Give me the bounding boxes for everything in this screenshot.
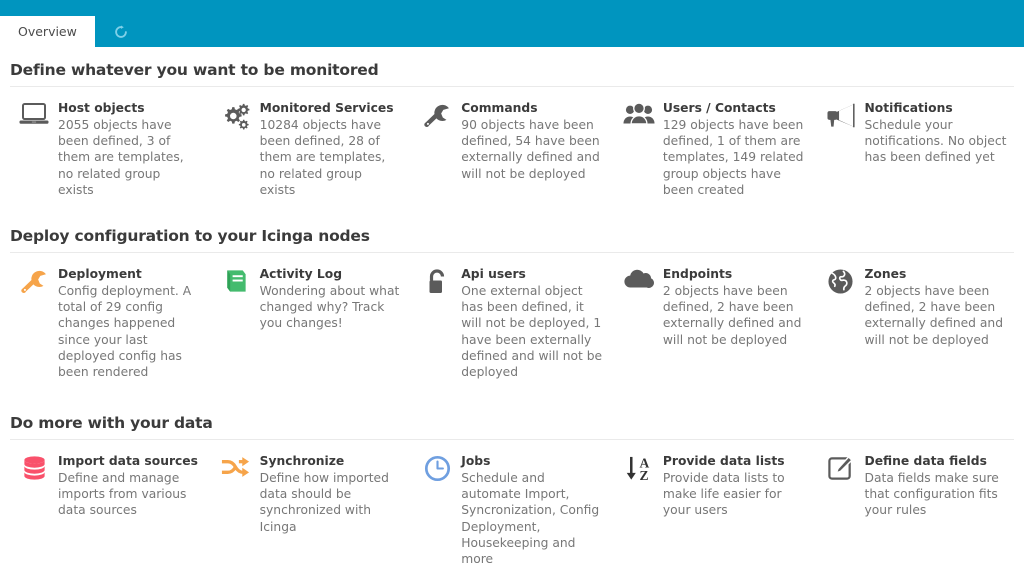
unlock-icon <box>413 266 461 306</box>
section-title-deploy: Deploy configuration to your Icinga node… <box>10 213 1014 253</box>
card-description: Define and manage imports from various d… <box>58 471 187 518</box>
card-description: 2 objects have been defined, 2 have been… <box>662 284 802 347</box>
cloud-icon <box>615 266 663 306</box>
card-description: 2 objects have been defined, 2 have been… <box>864 284 1004 347</box>
card-title: Import data sources <box>58 454 198 468</box>
card-define-data-fields[interactable]: Define data fields Data fields make sure… <box>817 453 1015 519</box>
tab-bar: Overview <box>0 0 1024 47</box>
card-host-objects[interactable]: Host objects 2055 objects have been defi… <box>10 100 212 198</box>
card-description: Schedule and automate Import, Syncroniza… <box>461 471 600 567</box>
card-body: Define data fields Data fields make sure… <box>865 453 1015 519</box>
tab-overview[interactable]: Overview <box>0 16 95 47</box>
section-deploy: Deploy configuration to your Icinga node… <box>10 213 1014 396</box>
section-title-data: Do more with your data <box>10 400 1014 440</box>
card-title: Endpoints <box>662 267 733 281</box>
card-body: Deployment Config deployment. A total of… <box>58 266 200 380</box>
section-data: Do more with your data Import data sourc… <box>10 400 1014 567</box>
card-title: Users / Contacts <box>662 101 776 115</box>
book-icon <box>212 266 260 306</box>
card-body: Api users One external object has been d… <box>461 266 603 380</box>
card-body: Zones 2 objects have been defined, 2 hav… <box>865 266 1015 348</box>
card-monitored-services[interactable]: Monitored Services 10284 objects have be… <box>212 100 414 198</box>
laptop-icon <box>10 100 58 140</box>
card-description: Config deployment. A total of 29 config … <box>58 284 192 380</box>
card-description: Wondering about what changed why? Track … <box>259 284 400 331</box>
overview-content: Define whatever you want to be monitored… <box>0 47 1024 567</box>
card-description: Define how imported data should be synch… <box>259 471 389 534</box>
card-notifications[interactable]: Notifications Schedule your notification… <box>817 100 1015 166</box>
card-body: Users / Contacts 129 objects have been d… <box>663 100 805 198</box>
card-body: Endpoints 2 objects have been defined, 2… <box>663 266 805 348</box>
card-body: Monitored Services 10284 objects have be… <box>260 100 402 198</box>
card-title: Synchronize <box>259 454 345 468</box>
sort-az-icon: A Z <box>615 453 663 493</box>
card-body: Notifications Schedule your notification… <box>865 100 1015 166</box>
card-body: Jobs Schedule and automate Import, Syncr… <box>461 453 603 567</box>
card-body: Commands 90 objects have been defined, 5… <box>461 100 603 182</box>
card-body: Import data sources Define and manage im… <box>58 453 200 519</box>
card-body: Provide data lists Provide data lists to… <box>663 453 805 519</box>
card-title: Host objects <box>58 101 145 115</box>
megaphone-icon <box>817 100 865 140</box>
globe-icon <box>817 266 865 306</box>
users-icon <box>615 100 663 140</box>
card-description: 2055 objects have been defined, 3 of the… <box>58 118 184 197</box>
card-endpoints[interactable]: Endpoints 2 objects have been defined, 2… <box>615 266 817 348</box>
card-description: One external object has been defined, it… <box>461 284 603 380</box>
edit-square-icon <box>817 453 865 493</box>
card-grid-data: Import data sources Define and manage im… <box>10 440 1014 567</box>
card-jobs[interactable]: Jobs Schedule and automate Import, Syncr… <box>413 453 615 567</box>
database-icon <box>10 453 58 493</box>
card-title: Define data fields <box>864 454 987 468</box>
card-description: Provide data lists to make life easier f… <box>662 471 785 518</box>
card-import-data-sources[interactable]: Import data sources Define and manage im… <box>10 453 212 519</box>
card-description: Data fields make sure that configuration… <box>864 471 999 518</box>
card-deployment[interactable]: Deployment Config deployment. A total of… <box>10 266 212 380</box>
card-description: 129 objects have been defined, 1 of them… <box>662 118 804 197</box>
card-description: 90 objects have been defined, 54 have be… <box>461 118 600 181</box>
card-title: Jobs <box>461 454 491 468</box>
card-grid-monitored: Host objects 2055 objects have been defi… <box>10 87 1014 208</box>
card-users-contacts[interactable]: Users / Contacts 129 objects have been d… <box>615 100 817 198</box>
gears-icon <box>212 100 260 140</box>
card-body: Host objects 2055 objects have been defi… <box>58 100 200 198</box>
card-body: Activity Log Wondering about what change… <box>260 266 402 332</box>
card-title: Monitored Services <box>259 101 394 115</box>
card-grid-deploy: Deployment Config deployment. A total of… <box>10 253 1014 396</box>
refresh-button[interactable] <box>95 16 147 47</box>
card-title: Provide data lists <box>662 454 785 468</box>
card-activity-log[interactable]: Activity Log Wondering about what change… <box>212 266 414 332</box>
wrench-orange-icon <box>10 266 58 306</box>
card-api-users[interactable]: Api users One external object has been d… <box>413 266 615 380</box>
section-monitored: Define whatever you want to be monitored… <box>10 47 1014 208</box>
wrench-icon <box>413 100 461 140</box>
tab-overview-label: Overview <box>18 24 77 39</box>
svg-text:Z: Z <box>640 468 649 482</box>
card-title: Notifications <box>864 101 953 115</box>
card-description: Schedule your notifications. No object h… <box>864 118 1007 165</box>
clock-icon <box>413 453 461 493</box>
card-title: Deployment <box>58 267 142 281</box>
card-commands[interactable]: Commands 90 objects have been defined, 5… <box>413 100 615 182</box>
card-zones[interactable]: Zones 2 objects have been defined, 2 hav… <box>817 266 1015 348</box>
card-title: Activity Log <box>259 267 343 281</box>
card-title: Api users <box>461 267 526 281</box>
section-title-monitored: Define whatever you want to be monitored <box>10 47 1014 87</box>
card-title: Commands <box>461 101 538 115</box>
shuffle-icon <box>212 453 260 493</box>
card-description: 10284 objects have been defined, 28 of t… <box>259 118 386 197</box>
card-provide-data-lists[interactable]: A Z Provide data lists Provide data list… <box>615 453 817 519</box>
refresh-icon <box>114 25 128 39</box>
card-title: Zones <box>864 267 907 281</box>
